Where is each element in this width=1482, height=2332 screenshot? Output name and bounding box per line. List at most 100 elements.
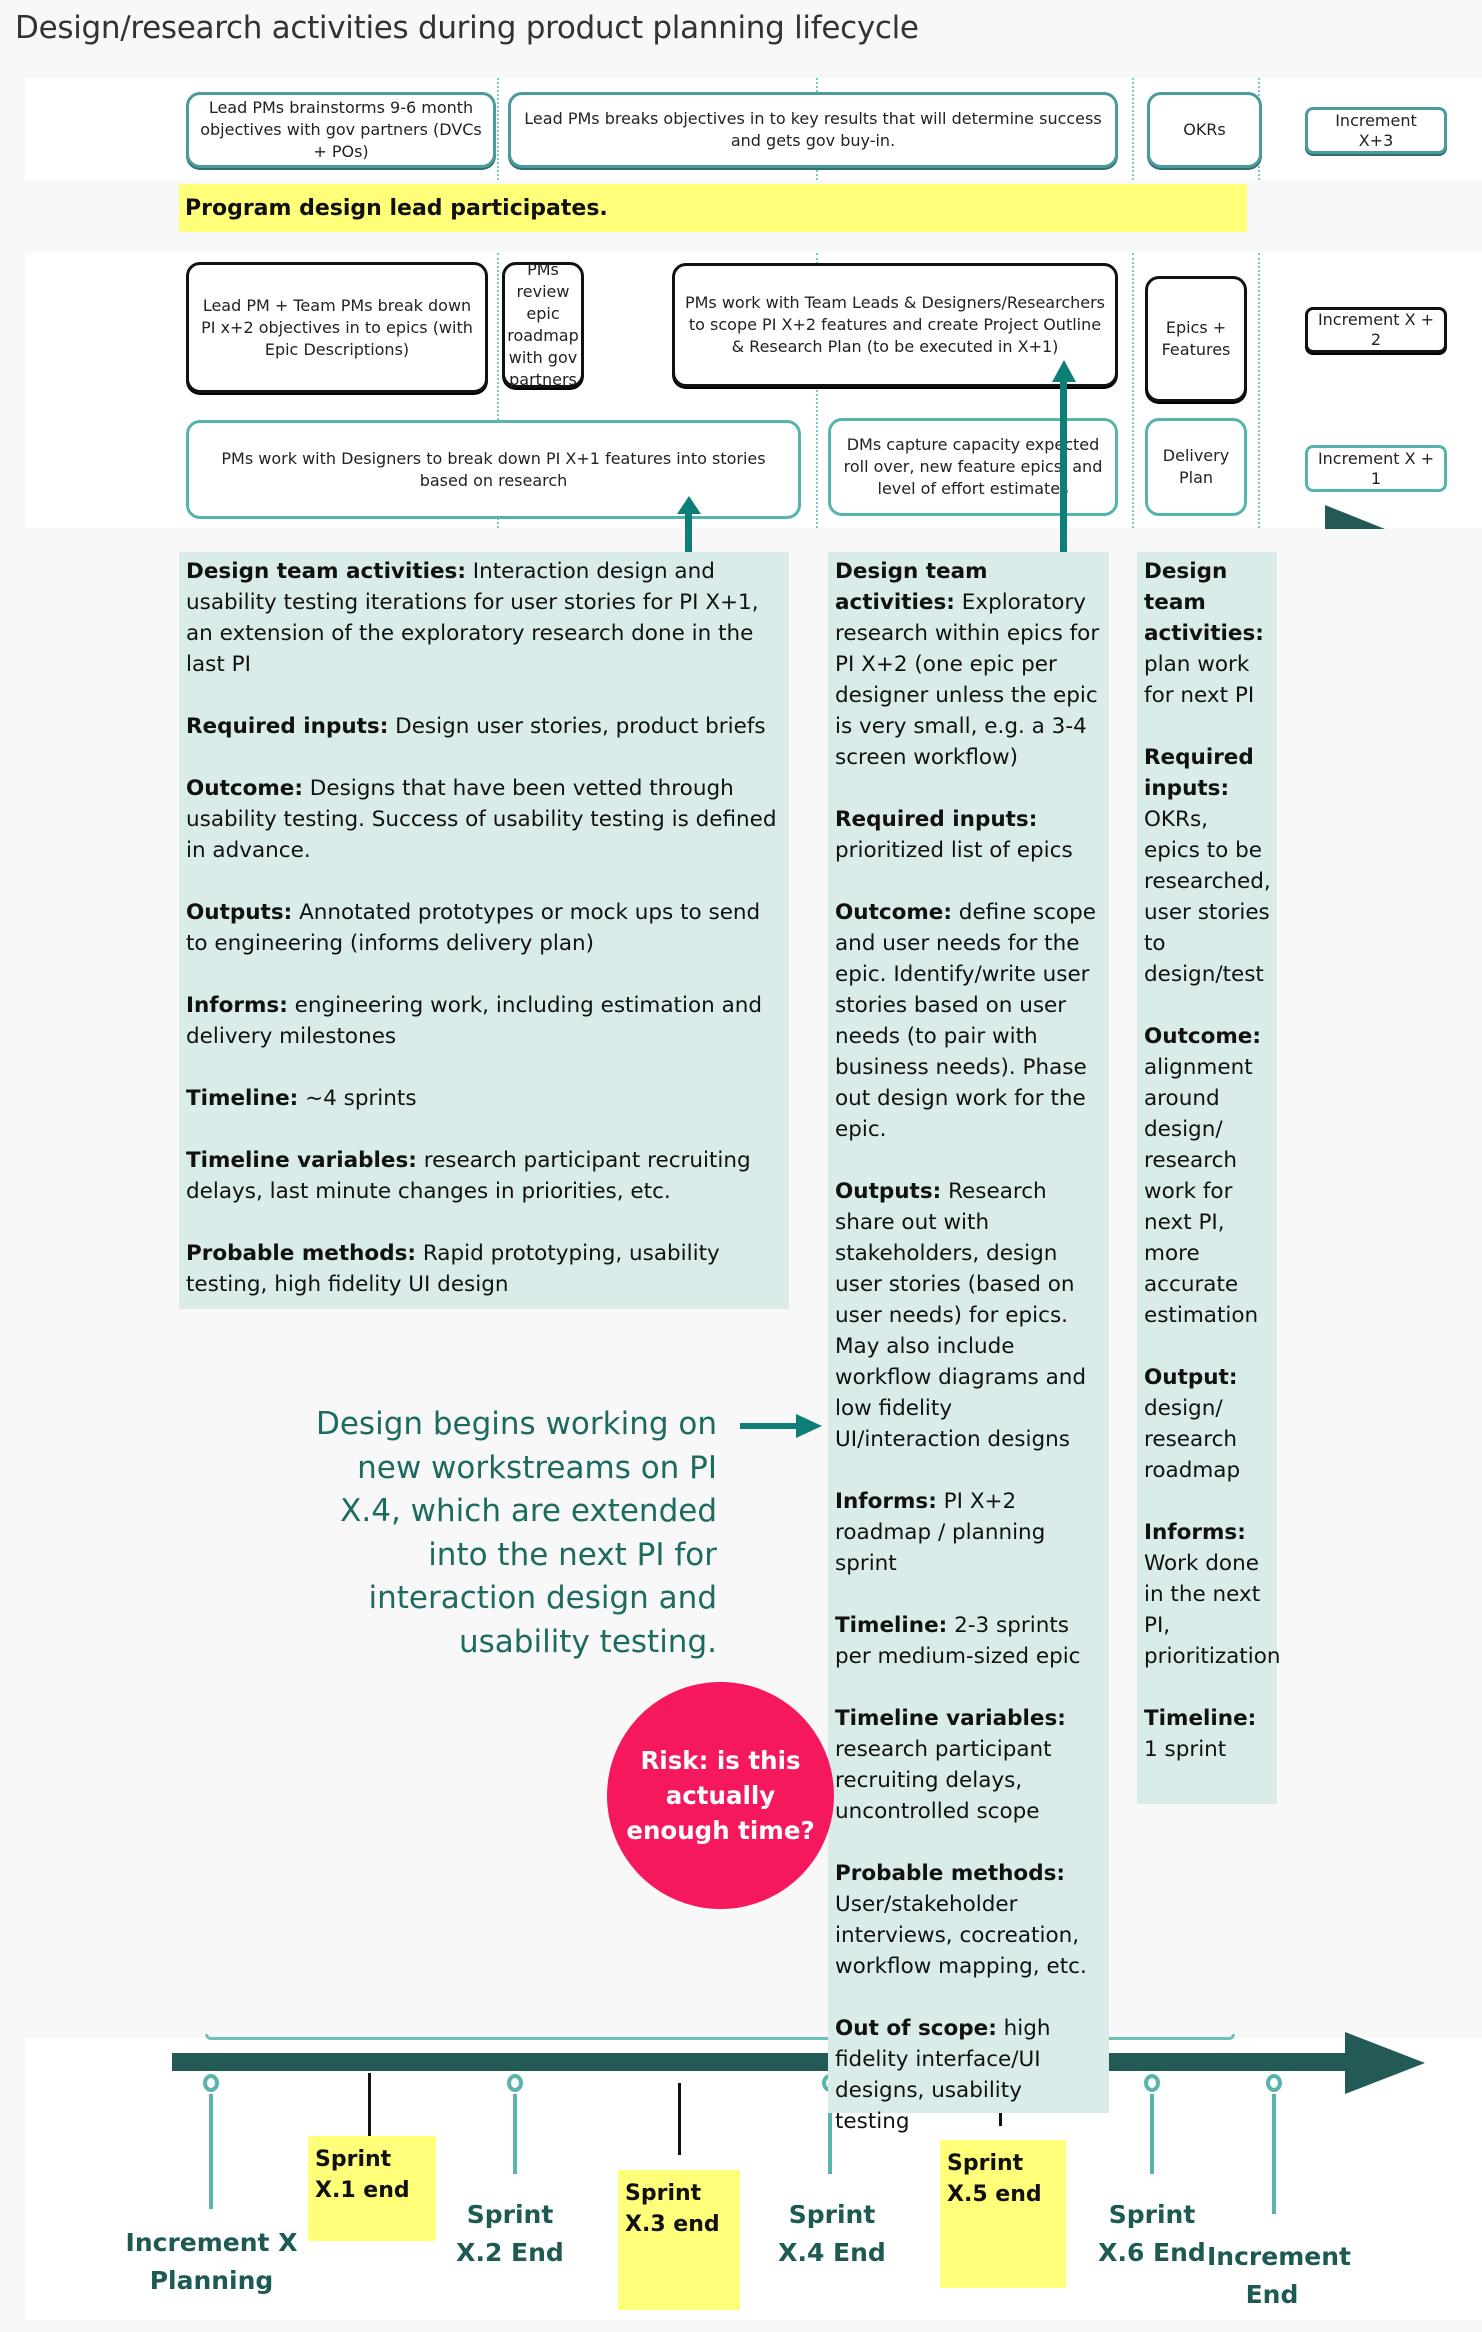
panel-item-label: Timeline:: [1144, 1706, 1257, 1731]
panel-item: Probable methods: Rapid prototyping, usa…: [186, 1238, 782, 1300]
panel-item: Out of scope: high fidelity interface/UI…: [835, 2013, 1102, 2137]
panel-item-text: Work done in the next PI, prioritization: [1144, 1551, 1281, 1669]
objectives-brainstorm-box: Lead PMs brainstorms 9-6 month objective…: [186, 92, 496, 168]
milestone-pin-stem: [209, 2094, 213, 2209]
milestone-pin-icon: [507, 2074, 523, 2092]
milestone-pin-icon: [1144, 2074, 1160, 2092]
panel-item-label: Informs:: [186, 993, 288, 1018]
timeline-bar: [172, 2053, 1362, 2071]
stories-breakdown-box: PMs work with Designers to break down PI…: [186, 420, 801, 519]
panel-item: Timeline: ~4 sprints: [186, 1083, 782, 1114]
arrow-up-icon: [1052, 360, 1076, 554]
panel-item-label: Required inputs:: [1144, 745, 1254, 801]
panel-item-label: Design team activities:: [1144, 559, 1264, 646]
panel-item-text: Exploratory research within epics for PI…: [835, 590, 1100, 770]
panel-item-text: prioritized list of epics: [835, 838, 1073, 863]
increment-planning-design-panel: Design team activities: plan work for ne…: [1137, 552, 1280, 1804]
sprint-note-connector: [678, 2083, 681, 2155]
panel-item-label: Outcome:: [1144, 1024, 1261, 1049]
panel-item-label: Timeline variables:: [186, 1148, 417, 1173]
lane-divider: [497, 78, 499, 180]
epic-roadmap-review-box: PMs review epic roadmap with gov partner…: [502, 260, 584, 389]
milestone-sprint-x4-end: Sprint X.4 End: [778, 2200, 886, 2267]
sprint-x5-end-note: Sprint X.5 end: [940, 2140, 1066, 2288]
panel-item: Design team activities: plan work for ne…: [1144, 556, 1270, 711]
panel-item-label: Informs:: [1144, 1520, 1246, 1545]
increment-x2-design-panel: Design team activities: Exploratory rese…: [828, 552, 1109, 2134]
design-workstream-callout: Design begins working on new workstreams…: [315, 1406, 717, 1660]
panel-item: Required inputs: OKRs, epics to be resea…: [1144, 742, 1271, 990]
sprint-x1-end-note: Sprint X.1 end: [308, 2136, 436, 2241]
panel-item-label: Outcome:: [186, 776, 303, 801]
panel-item: Design team activities: Interaction desi…: [186, 556, 782, 680]
milestone-pin-stem: [1272, 2094, 1276, 2214]
milestone-increment-end: Increment End: [1207, 2242, 1351, 2309]
panel-item: Outcome: define scope and user needs for…: [835, 897, 1102, 1145]
milestone-pin-stem: [513, 2094, 517, 2174]
panel-item: Probable methods: User/stakeholder inter…: [835, 1858, 1102, 1982]
increment-x3-label: Increment X+3: [1305, 107, 1447, 154]
timeline-arrowhead-icon: [1345, 2032, 1425, 2094]
panel-item: Informs: Work done in the next PI, prior…: [1144, 1517, 1280, 1672]
increment-x1-design-panel: Design team activities: Interaction desi…: [179, 552, 789, 1309]
panel-item-label: Design team activities:: [186, 559, 466, 584]
lane-divider: [1258, 253, 1260, 528]
panel-item: Output: design/ research roadmap: [1144, 1362, 1270, 1486]
panel-item-label: Required inputs:: [186, 714, 389, 739]
sprint-x3-end-note: Sprint X.3 end: [618, 2170, 740, 2310]
panel-item-label: Out of scope:: [835, 2016, 997, 2041]
panel-item-label: Outputs:: [835, 1179, 942, 1204]
epics-features-box: Epics + Features: [1145, 276, 1247, 402]
panel-item: Outputs: Annotated prototypes or mock up…: [186, 897, 782, 959]
panel-item: Timeline variables: research participant…: [186, 1145, 782, 1207]
lane-divider: [1132, 253, 1134, 528]
panel-item-label: Informs:: [835, 1489, 937, 1514]
panel-item: Informs: engineering work, including est…: [186, 990, 782, 1052]
delivery-plan-box: Delivery Plan: [1145, 418, 1247, 516]
epics-breakdown-box: Lead PM + Team PMs break down PI x+2 obj…: [186, 262, 488, 393]
panel-item: Outcome: alignment around design/ resear…: [1144, 1021, 1270, 1331]
key-results-box: Lead PMs breaks objectives in to key res…: [508, 92, 1118, 168]
panel-item: Required inputs: prioritized list of epi…: [835, 804, 1102, 866]
arrow-right-icon: [740, 1414, 822, 1438]
panel-item-text: research participant recruiting delays, …: [835, 1737, 1052, 1824]
increment-x1-label: Increment X + 1: [1305, 445, 1447, 492]
milestone-pin-stem: [1150, 2094, 1154, 2174]
panel-item: Timeline: 1 sprint: [1144, 1703, 1270, 1765]
design-lead-note: Program design lead participates.: [179, 184, 1247, 232]
milestone-increment-x-planning: Increment X Planning: [125, 2228, 298, 2295]
milestone-pin-icon: [1266, 2074, 1282, 2092]
panel-item-label: Probable methods:: [186, 1241, 416, 1266]
panel-item: Timeline variables: research participant…: [835, 1703, 1102, 1827]
panel-item-label: Output:: [1144, 1365, 1238, 1390]
increment-x2-label: Increment X + 2: [1305, 307, 1447, 353]
milestone-sprint-x2-end: Sprint X.2 End: [456, 2200, 564, 2267]
panel-item-text: define scope and user needs for the epic…: [835, 900, 1096, 1142]
panel-item-text: OKRs, epics to be researched, user stori…: [1144, 807, 1271, 987]
okrs-box: OKRs: [1147, 92, 1262, 168]
panel-item-label: Timeline variables:: [835, 1706, 1066, 1731]
panel-item-text: 1 sprint: [1144, 1737, 1227, 1762]
panel-item-label: Timeline:: [835, 1613, 948, 1638]
panel-item: Required inputs: Design user stories, pr…: [186, 711, 782, 742]
panel-item-text: Research share out with stakeholders, de…: [835, 1179, 1087, 1452]
panel-item-label: Outputs:: [186, 900, 293, 925]
milestone-pin-icon: [203, 2074, 219, 2092]
lane-divider: [1132, 78, 1134, 180]
panel-item-label: Outcome:: [835, 900, 952, 925]
panel-item-text: plan work for next PI: [1144, 652, 1255, 708]
arrow-up-icon: [677, 496, 701, 554]
panel-item: Outputs: Research share out with stakeho…: [835, 1176, 1102, 1455]
panel-item-label: Probable methods:: [835, 1861, 1065, 1886]
panel-item: Timeline: 2-3 sprints per medium-sized e…: [835, 1610, 1102, 1672]
panel-item-text: ~4 sprints: [298, 1086, 417, 1111]
risk-bubble: Risk: is this actually enough time?: [607, 1682, 834, 1909]
panel-item: Outcome: Designs that have been vetted t…: [186, 773, 782, 866]
panel-item-text: design/ research roadmap: [1144, 1396, 1241, 1483]
panel-item-text: Design user stories, product briefs: [388, 714, 766, 739]
timeline-arrowhead-fragment: [1325, 505, 1385, 529]
page-title: Design/research activities during produc…: [15, 10, 919, 46]
milestone-sprint-x6-end: Sprint X.6 End: [1098, 2200, 1206, 2267]
panel-item-text: alignment around design/ research work f…: [1144, 1055, 1259, 1328]
panel-item: Informs: PI X+2 roadmap / planning sprin…: [835, 1486, 1102, 1579]
